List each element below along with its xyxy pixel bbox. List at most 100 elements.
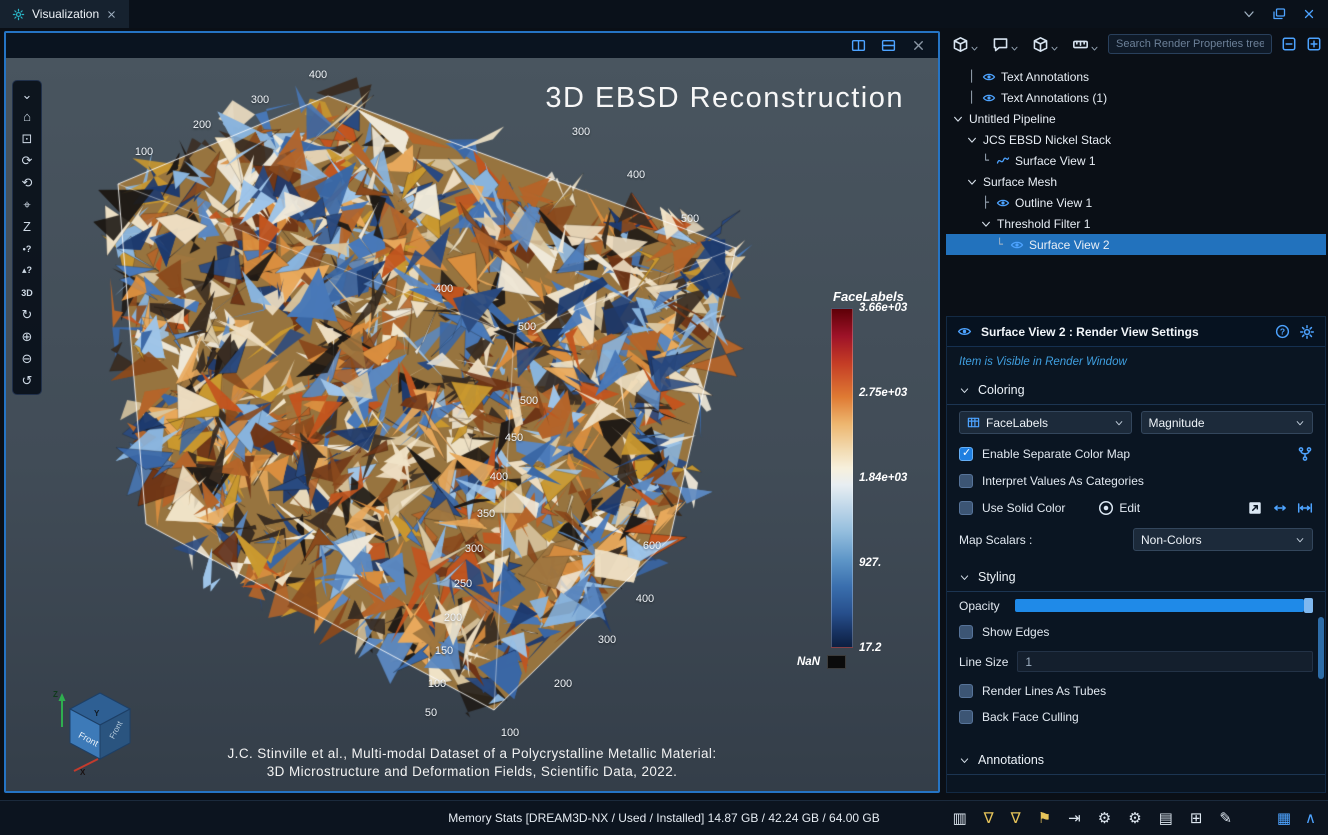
form-edit-icon[interactable]: ✎ <box>1219 811 1232 826</box>
filter-list-icon[interactable]: ∇ <box>1011 811 1021 826</box>
annotation-options-button[interactable] <box>992 36 1019 53</box>
tabbar-chevron-down-icon[interactable] <box>1242 7 1256 21</box>
tree-item-outline-view-1[interactable]: ├Outline View 1 <box>946 192 1326 213</box>
line-size-input[interactable] <box>1017 651 1313 672</box>
collapse-all-button[interactable] <box>1281 36 1297 52</box>
sign-out-icon[interactable]: ⇥ <box>1068 811 1081 826</box>
svg-text:?: ? <box>1280 327 1285 337</box>
coloring-section-header[interactable]: Coloring <box>947 370 1325 405</box>
color-array-selector[interactable]: FaceLabels <box>959 411 1132 434</box>
geometry-options-button[interactable] <box>1032 36 1059 53</box>
expand-all-button[interactable] <box>1306 36 1322 52</box>
choose-preset-button[interactable] <box>1247 500 1263 516</box>
orientation-cube[interactable]: Front Front Z Y X <box>50 685 150 777</box>
close-view-icon[interactable] <box>911 38 926 53</box>
flag-all-icon[interactable]: ⚑ <box>1038 811 1051 826</box>
nan-swatch <box>827 655 846 669</box>
wave-icon[interactable] <box>996 154 1010 168</box>
split-horizontal-icon[interactable] <box>851 38 866 53</box>
use-solid-color-checkbox[interactable] <box>959 501 973 515</box>
y-axis-label: Y <box>94 709 100 718</box>
application-window: Visualization 40030020010030040050040050… <box>0 0 1328 835</box>
toggle-3d-2d-icon[interactable]: 3D <box>14 282 40 303</box>
annotations-section-header[interactable]: Annotations <box>947 740 1325 775</box>
eye-icon[interactable] <box>982 70 996 84</box>
zoom-axis-icon[interactable]: Z <box>14 216 40 237</box>
tree-item-surface-view-1[interactable]: └Surface View 1 <box>946 150 1326 171</box>
collapse-toolbar-icon[interactable]: ⌄ <box>14 84 40 105</box>
rescale-custom-range-button[interactable] <box>1297 500 1313 516</box>
visibility-eye-icon[interactable] <box>957 324 972 339</box>
close-window-icon[interactable] <box>1302 7 1316 21</box>
rotate-cw-icon[interactable]: ⟳ <box>14 150 40 171</box>
chevron-down-icon[interactable] <box>980 218 992 230</box>
tree-guide: │ <box>966 70 977 83</box>
chart-panel-icon[interactable]: ▤ <box>1159 811 1173 826</box>
tree-item-text-annotations[interactable]: │Text Annotations <box>946 66 1326 87</box>
zoom-out-icon[interactable]: ⊖ <box>14 348 40 369</box>
tree-guide: ├ <box>980 196 991 209</box>
eye-icon[interactable] <box>1010 238 1024 252</box>
chevron-down-icon[interactable] <box>966 134 978 146</box>
tree-guide: └ <box>994 238 1005 251</box>
opacity-slider[interactable] <box>1015 598 1313 613</box>
axis-tick-label: 100 <box>501 727 519 739</box>
tree-item-jcs-ebsd-nickel-stack[interactable]: JCS EBSD Nickel Stack <box>946 129 1326 150</box>
tab-close-icon[interactable] <box>106 9 117 20</box>
edit-color-button[interactable]: Edit <box>1098 500 1140 516</box>
camera-options-button[interactable] <box>952 36 979 53</box>
backface-culling-checkbox[interactable] <box>959 710 973 724</box>
rescale-data-range-button[interactable] <box>1272 500 1288 516</box>
settings-gear-icon[interactable]: ⚙ <box>1128 811 1141 826</box>
styling-section-header[interactable]: Styling <box>947 557 1325 592</box>
pin-view-icon[interactable]: ⊡ <box>14 128 40 149</box>
color-wheel-icon <box>1098 500 1114 516</box>
props-scrollbar[interactable] <box>1318 617 1324 737</box>
ebsd-3d-render[interactable] <box>6 58 938 790</box>
axes-origin-icon[interactable]: ⌖ <box>14 194 40 215</box>
settings-gear-button[interactable] <box>1299 324 1315 340</box>
table-add-icon[interactable]: ⊞ <box>1190 811 1203 826</box>
chevron-down-icon[interactable] <box>952 113 964 125</box>
axis-tick-label: 250 <box>454 578 472 590</box>
map-scalars-selector[interactable]: Non-Colors <box>1133 528 1313 551</box>
apps-grid-icon[interactable]: ▦ <box>1277 811 1291 826</box>
float-window-icon[interactable] <box>1272 7 1286 21</box>
tree-item-surface-mesh[interactable]: Surface Mesh <box>946 171 1326 192</box>
tree-item-surface-view-2[interactable]: └Surface View 2 <box>946 234 1326 255</box>
collapse-statusbar-icon[interactable]: ∧ <box>1305 811 1316 826</box>
tab-visualization[interactable]: Visualization <box>0 0 129 28</box>
tree-item-untitled-pipeline[interactable]: Untitled Pipeline <box>946 108 1326 129</box>
tree-item-text-annotations-1-[interactable]: │Text Annotations (1) <box>946 87 1326 108</box>
measurement-options-button[interactable] <box>1072 36 1099 53</box>
render-tubes-checkbox[interactable] <box>959 684 973 698</box>
query-point-icon[interactable]: •? <box>14 238 40 259</box>
zoom-in-icon[interactable]: ⊕ <box>14 326 40 347</box>
show-edges-checkbox[interactable] <box>959 625 973 639</box>
console-columns-icon[interactable]: ▥ <box>952 811 966 826</box>
component-selector[interactable]: Magnitude <box>1141 411 1314 434</box>
reset-rotation-icon[interactable]: ↺ <box>14 370 40 391</box>
split-vertical-icon[interactable] <box>881 38 896 53</box>
render-view-header <box>6 33 938 58</box>
render-viewport[interactable]: 4003002001003004005004005005004504003503… <box>6 58 938 791</box>
line-size-label: Line Size <box>959 655 1008 669</box>
rotate-view-cw-icon[interactable]: ↻ <box>14 304 40 325</box>
interpret-categories-checkbox[interactable] <box>959 474 973 488</box>
memory-stats: Memory Stats [DREAM3D-NX / Used / Instal… <box>448 811 880 825</box>
filter-edit-icon[interactable]: ∇ <box>984 811 994 826</box>
query-cell-icon[interactable]: ▴? <box>14 260 40 281</box>
eye-icon[interactable] <box>996 196 1010 210</box>
search-input[interactable] <box>1108 34 1272 54</box>
rotate-ccw-icon[interactable]: ⟲ <box>14 172 40 193</box>
edit-colormap-button[interactable] <box>1297 446 1313 462</box>
enable-separate-colormap-checkbox[interactable] <box>959 447 973 461</box>
debug-gear-icon[interactable]: ⚙ <box>1098 811 1111 826</box>
help-button[interactable]: ? <box>1275 324 1290 339</box>
status-bar-tools: ▥ ∇ ∇ ⚑ ⇥ ⚙ ⚙ ▤ ⊞ ✎ <box>952 811 1232 826</box>
eye-icon[interactable] <box>982 91 996 105</box>
opacity-slider-handle[interactable] <box>1304 598 1313 613</box>
tree-item-threshold-filter-1[interactable]: Threshold Filter 1 <box>946 213 1326 234</box>
chevron-down-icon[interactable] <box>966 176 978 188</box>
reset-camera-icon[interactable]: ⌂ <box>14 106 40 127</box>
